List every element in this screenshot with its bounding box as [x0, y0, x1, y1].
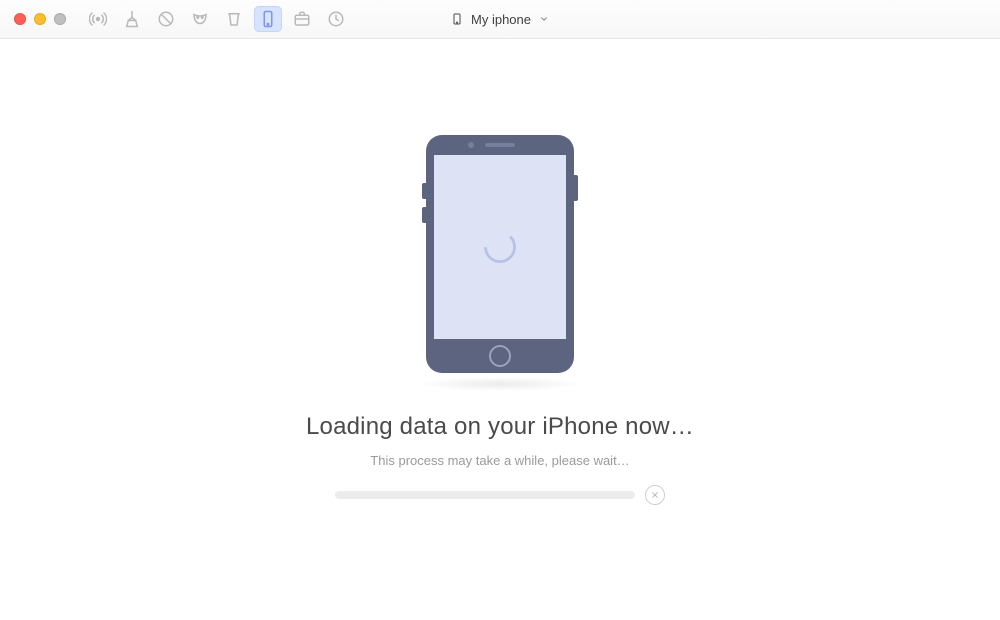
briefcase-icon[interactable]	[288, 6, 316, 32]
phone-small-icon	[451, 11, 463, 27]
clock-icon[interactable]	[152, 6, 180, 32]
broadcast-icon[interactable]	[84, 6, 112, 32]
chevron-down-icon	[539, 14, 549, 24]
window-zoom-button[interactable]	[54, 13, 66, 25]
window-close-button[interactable]	[14, 13, 26, 25]
device-selector[interactable]: My iphone	[451, 11, 549, 27]
window-controls	[0, 0, 66, 38]
mask-icon[interactable]	[186, 6, 214, 32]
status-headline: Loading data on your iPhone now…	[0, 413, 1000, 441]
toolbar-tabs	[84, 6, 350, 32]
clean-icon[interactable]	[118, 6, 146, 32]
close-icon	[651, 491, 659, 499]
phone-illustration	[426, 135, 574, 373]
progress-row	[335, 485, 665, 505]
cup-icon[interactable]	[220, 6, 248, 32]
window-toolbar: My iphone	[0, 0, 1000, 39]
device-selector-label: My iphone	[471, 12, 531, 27]
phone-shadow	[415, 377, 585, 391]
progress-bar	[335, 491, 635, 499]
history-icon[interactable]	[322, 6, 350, 32]
cancel-button[interactable]	[645, 485, 665, 505]
status-subline: This process may take a while, please wa…	[0, 453, 1000, 468]
main-content: Loading data on your iPhone now… This pr…	[0, 39, 1000, 620]
loading-spinner-icon	[480, 227, 520, 267]
device-icon[interactable]	[254, 6, 282, 32]
window-minimize-button[interactable]	[34, 13, 46, 25]
